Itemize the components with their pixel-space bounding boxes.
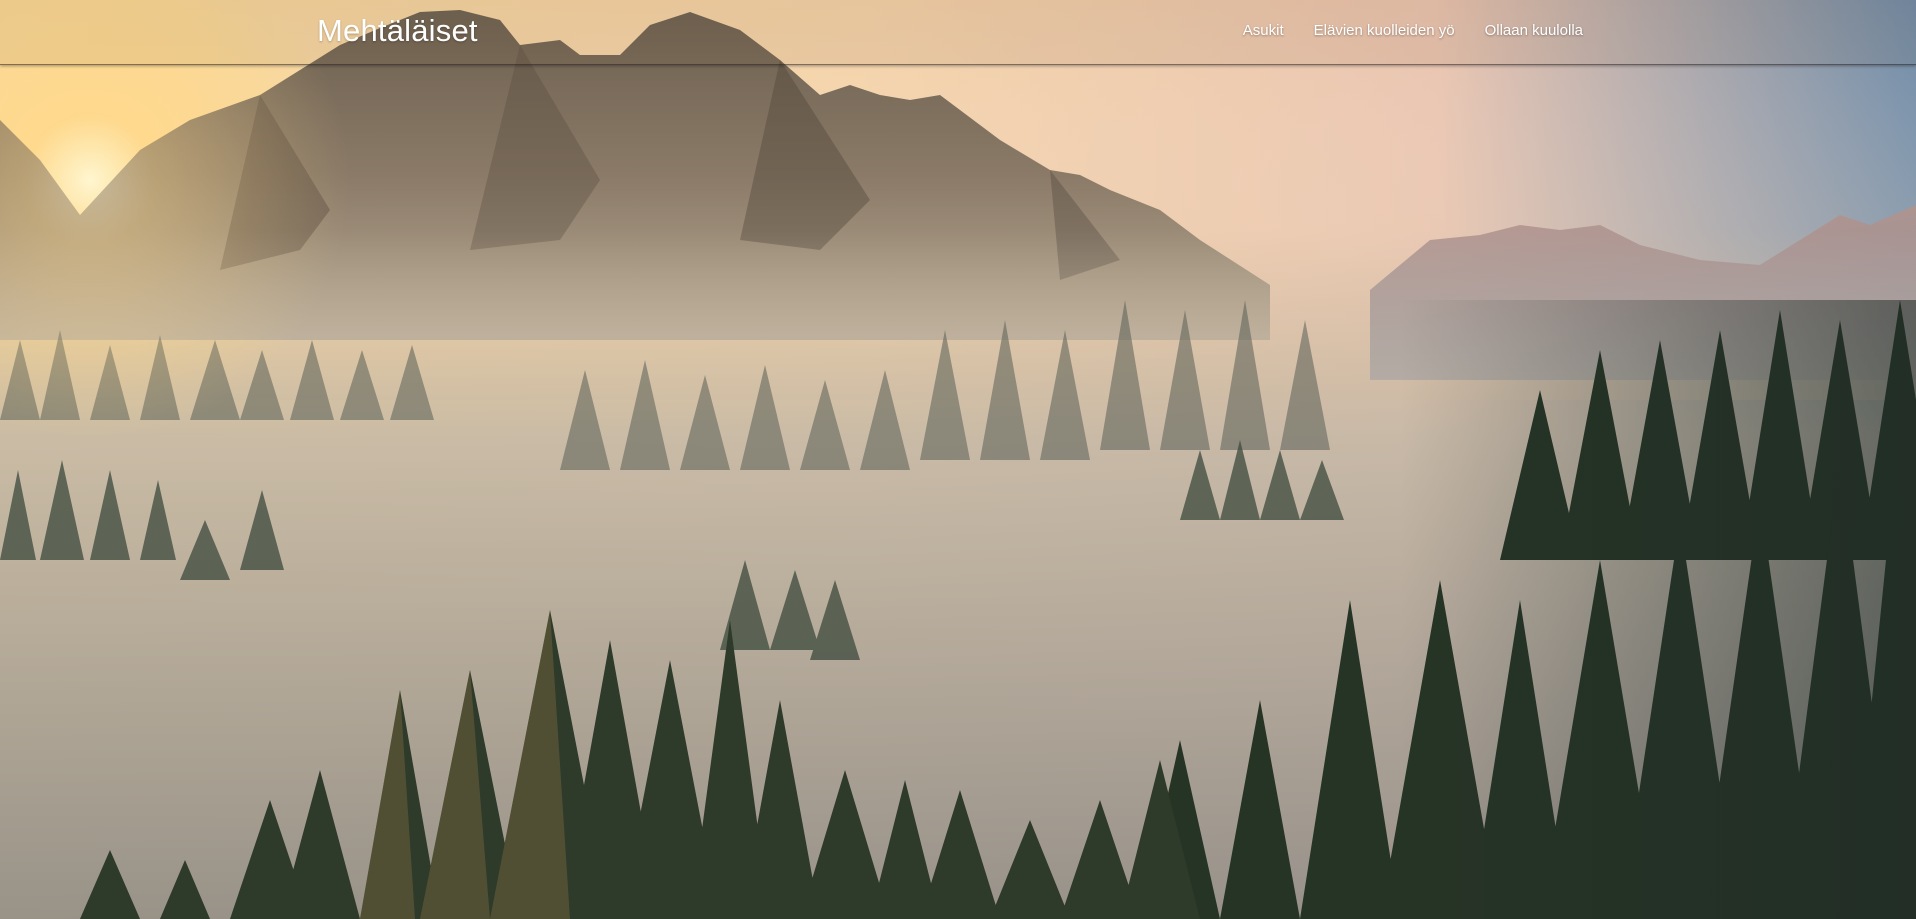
mountain-forest-fog-image xyxy=(0,0,1916,919)
top-navbar: Mehtäläiset Asukit Elävien kuolleiden yö… xyxy=(0,0,1916,65)
page: Mehtäläiset Asukit Elävien kuolleiden yö… xyxy=(0,0,1916,919)
nav-link-asukit[interactable]: Asukit xyxy=(1243,22,1284,39)
nav-link-ollaan-kuulolla[interactable]: Ollaan kuulolla xyxy=(1485,22,1583,39)
nav-link-elavien-kuolleiden-yo[interactable]: Elävien kuolleiden yö xyxy=(1314,22,1455,39)
site-brand-link[interactable]: Mehtäläiset xyxy=(317,13,478,49)
hero-background-image xyxy=(0,0,1916,919)
main-nav: Asukit Elävien kuolleiden yö Ollaan kuul… xyxy=(1243,22,1583,39)
